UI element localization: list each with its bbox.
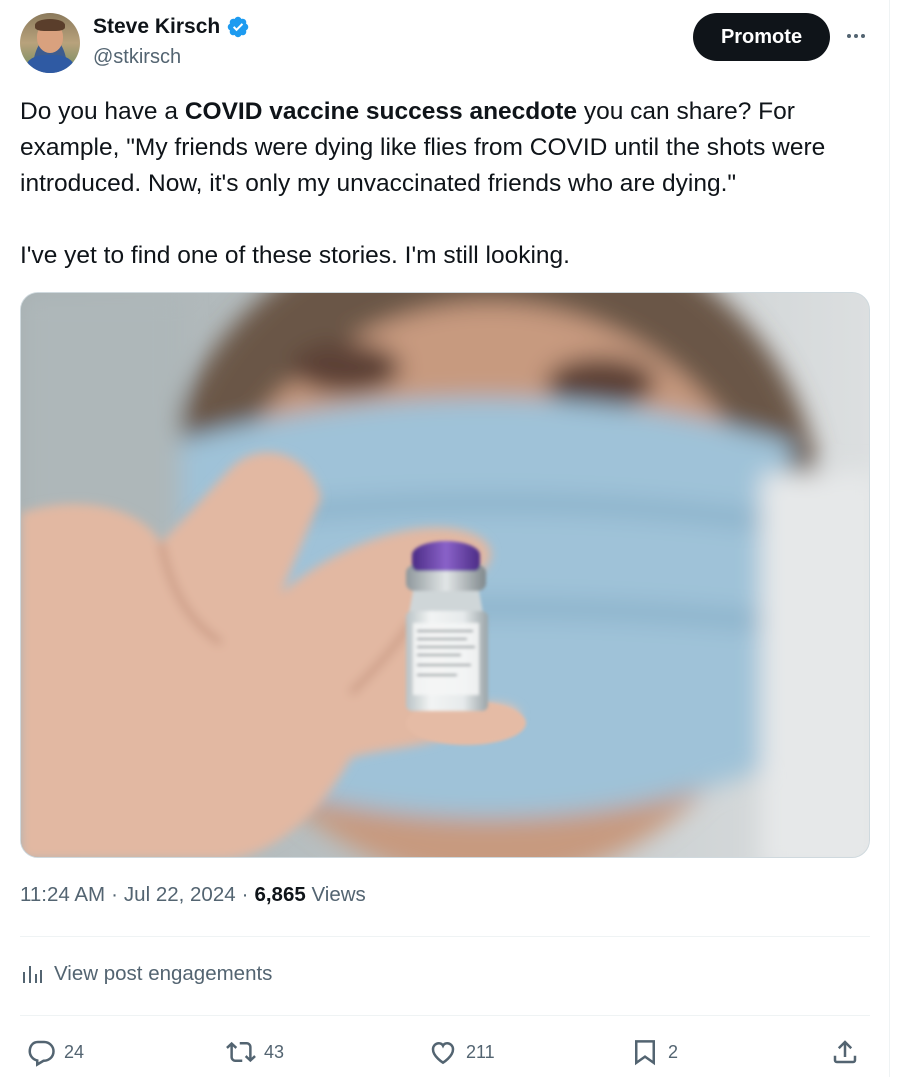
- repost-button[interactable]: 43: [226, 1034, 284, 1070]
- repost-count: 43: [264, 1041, 285, 1062]
- vaccine-vial-photo: [21, 293, 869, 857]
- author-name-row[interactable]: Steve Kirsch: [93, 15, 250, 39]
- bookmark-button[interactable]: 2: [630, 1034, 678, 1070]
- verified-badge-icon: [227, 16, 249, 38]
- view-post-engagements-link[interactable]: View post engagements: [20, 962, 272, 986]
- avatar-hair: [35, 19, 65, 31]
- meta-separator: ·: [241, 883, 249, 906]
- views-count: 6,865: [254, 883, 306, 906]
- more-dots-glyph: [847, 34, 865, 38]
- reply-icon: [28, 1040, 55, 1067]
- promote-button[interactable]: Promote: [693, 13, 830, 61]
- more-horizontal-icon[interactable]: [840, 20, 872, 52]
- tweet-text: Do you have a COVID vaccine success anec…: [20, 94, 870, 274]
- divider: [20, 936, 870, 937]
- tweet-paragraph-2: I've yet to find one of these stories. I…: [20, 242, 570, 269]
- post: Steve Kirsch @stkirsch Promote Do you ha…: [0, 0, 890, 1077]
- tweet-text-lead: Do you have a: [20, 98, 185, 125]
- analytics-icon: [23, 966, 42, 983]
- vial: [406, 541, 488, 711]
- tweet-media-image[interactable]: [20, 292, 870, 858]
- author-handle[interactable]: @stkirsch: [93, 46, 181, 69]
- author-display-name[interactable]: Steve Kirsch: [93, 15, 220, 39]
- share-button[interactable]: [830, 1034, 860, 1070]
- avatar-shirt: [26, 55, 74, 73]
- action-bar: 24 43 211 2: [20, 1034, 870, 1070]
- like-count: 211: [466, 1041, 495, 1062]
- divider: [20, 1015, 870, 1016]
- view-post-engagements-label: View post engagements: [54, 962, 273, 985]
- reply-button[interactable]: 24: [26, 1034, 84, 1070]
- repost-icon: [226, 1041, 256, 1063]
- share-icon: [833, 1040, 857, 1064]
- meta-separator: ·: [111, 883, 118, 906]
- post-time[interactable]: 11:24 AM: [20, 883, 105, 907]
- heart-icon: [431, 1041, 455, 1065]
- bookmark-count: 2: [668, 1041, 679, 1062]
- like-button[interactable]: 211: [428, 1034, 495, 1070]
- post-date[interactable]: Jul 22, 2024: [124, 883, 236, 907]
- reply-count: 24: [64, 1041, 85, 1062]
- tweet-paragraph-1: Do you have a COVID vaccine success anec…: [20, 94, 870, 202]
- tweet-text-bold: COVID vaccine success anecdote: [184, 98, 578, 125]
- bookmark-icon: [635, 1040, 655, 1066]
- views-label: Views: [311, 883, 366, 906]
- author-avatar[interactable]: [20, 13, 80, 73]
- post-metadata: 11:24 AM · Jul 22, 2024 · 6,865 Views: [20, 883, 366, 907]
